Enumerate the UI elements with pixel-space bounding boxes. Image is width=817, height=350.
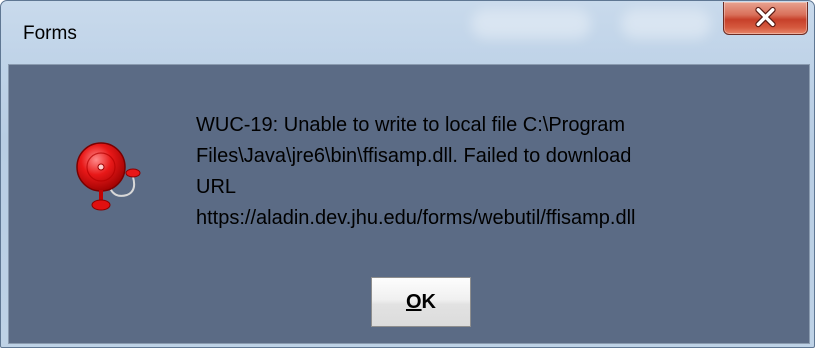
ok-mnemonic: O — [405, 291, 422, 313]
ok-label-rest: K — [421, 291, 436, 313]
title-bar-glass — [471, 9, 591, 39]
dialog-window: Forms WUC-19: Unable to write to local f… — [0, 0, 815, 348]
message-line: Files\Java\jre6\bin\ffisamp.dll. Failed … — [196, 145, 632, 167]
dialog-content: WUC-19: Unable to write to local file C:… — [8, 64, 810, 344]
window-title: Forms — [23, 23, 77, 44]
title-bar-glass — [621, 9, 711, 39]
error-message: WUC-19: Unable to write to local file C:… — [196, 110, 776, 234]
message-line: https://aladin.dev.jhu.edu/forms/webutil… — [196, 207, 636, 229]
alarm-bell-icon — [76, 142, 141, 211]
close-button[interactable] — [723, 2, 808, 35]
ok-button[interactable]: OK — [371, 277, 471, 327]
message-line: URL — [196, 176, 237, 198]
close-icon — [755, 6, 776, 28]
message-line: WUC-19: Unable to write to local file C:… — [196, 114, 626, 136]
